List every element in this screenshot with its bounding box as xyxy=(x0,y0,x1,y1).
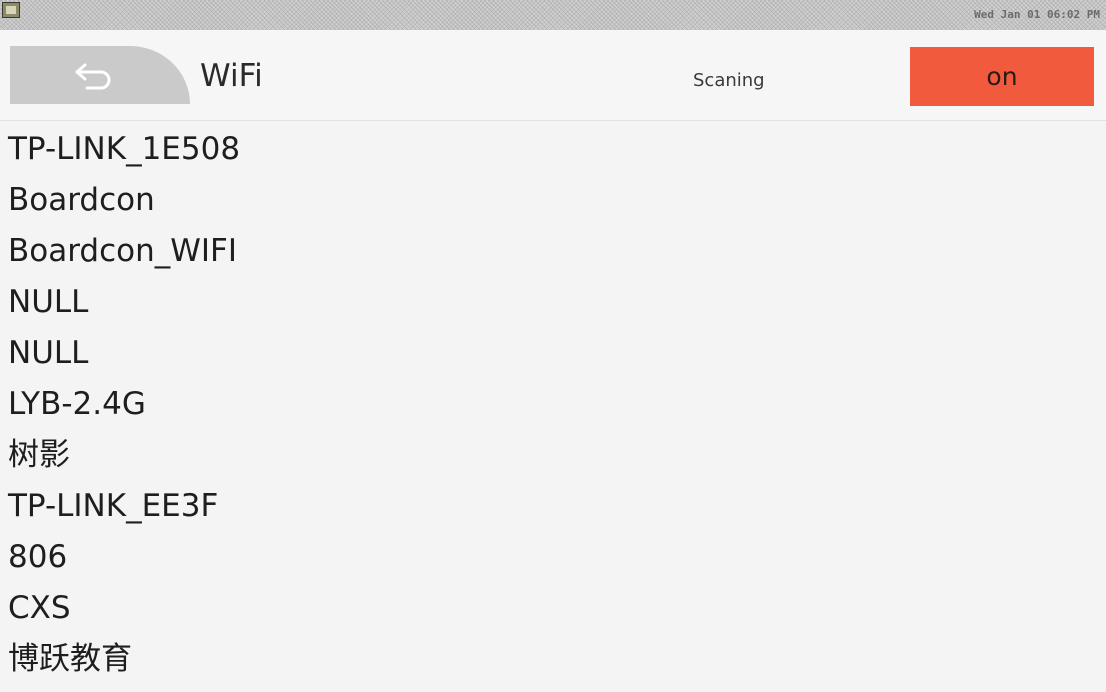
back-arrow-icon xyxy=(73,60,115,90)
wifi-network-list: TP-LINK_1E508 Boardcon Boardcon_WIFI NUL… xyxy=(0,124,1106,685)
wifi-network-item[interactable]: TP-LINK_EE3F xyxy=(0,481,1106,532)
wifi-network-item[interactable]: TP-LINK_1E508 xyxy=(0,124,1106,175)
back-button[interactable] xyxy=(10,46,190,104)
page-title: WiFi xyxy=(200,58,263,94)
wifi-network-item[interactable]: 树影 xyxy=(0,430,1106,481)
taskbar: Wed Jan 01 06:02 PM xyxy=(0,0,1106,31)
wifi-network-item[interactable]: NULL xyxy=(0,277,1106,328)
wifi-network-item[interactable]: 博跃教育 xyxy=(0,634,1106,685)
wifi-network-item[interactable]: CXS xyxy=(0,583,1106,634)
taskbar-clock: Wed Jan 01 06:02 PM xyxy=(974,8,1100,21)
wifi-network-item[interactable]: LYB-2.4G xyxy=(0,379,1106,430)
wifi-toggle-button[interactable]: on xyxy=(910,47,1094,106)
scan-status-text: Scaning xyxy=(693,70,765,91)
app-menu-icon[interactable] xyxy=(2,2,20,18)
wifi-network-item[interactable]: Boardcon xyxy=(0,175,1106,226)
wifi-network-item[interactable]: 806 xyxy=(0,532,1106,583)
wifi-network-item[interactable]: Boardcon_WIFI xyxy=(0,226,1106,277)
wifi-header: WiFi Scaning on xyxy=(0,30,1106,121)
wifi-network-item[interactable]: NULL xyxy=(0,328,1106,379)
